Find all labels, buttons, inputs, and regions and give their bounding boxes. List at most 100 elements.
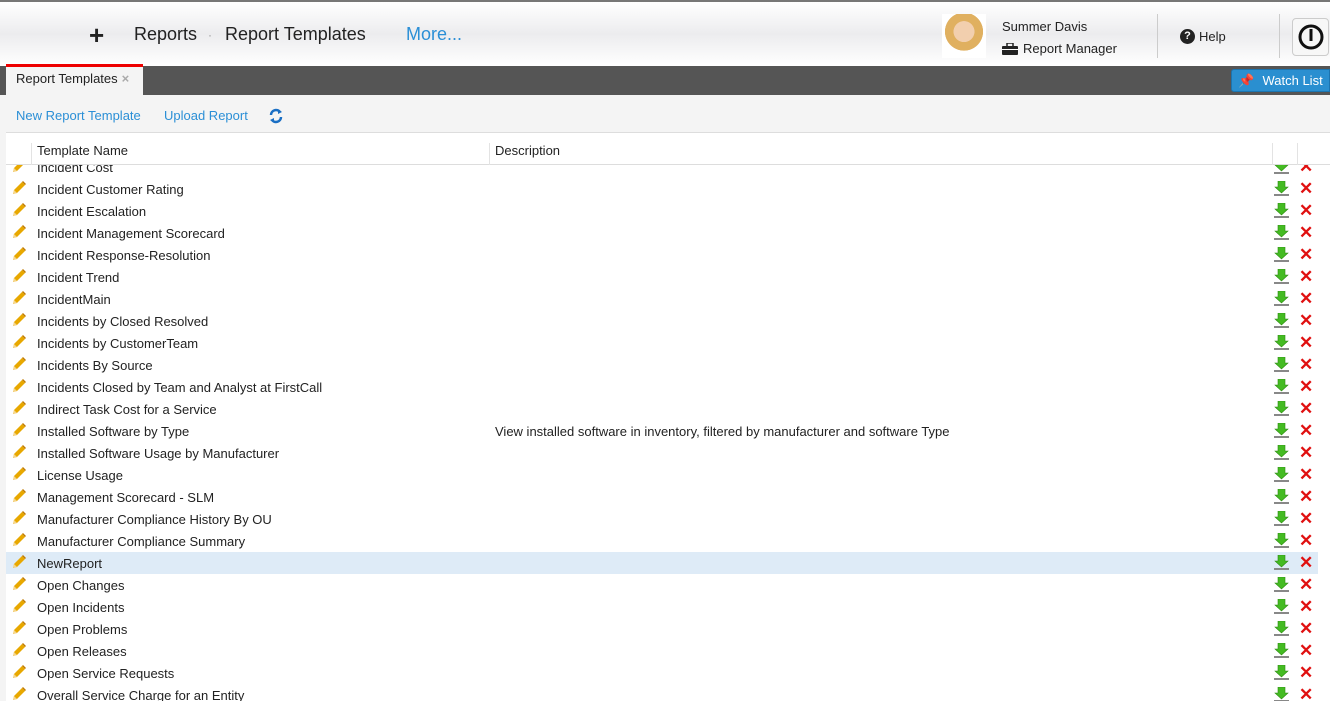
template-name[interactable]: Incident Cost xyxy=(37,165,113,175)
upload-report-link[interactable]: Upload Report xyxy=(164,108,248,123)
delete-icon[interactable]: ✕ xyxy=(1299,421,1313,441)
edit-pencil-icon[interactable] xyxy=(10,621,26,637)
template-name[interactable]: Incident Customer Rating xyxy=(37,182,184,197)
delete-icon[interactable]: ✕ xyxy=(1299,597,1313,617)
table-row[interactable]: Incident Management Scorecard ✕ xyxy=(6,222,1318,244)
table-row[interactable]: Incident Response-Resolution ✕ xyxy=(6,244,1318,266)
table-row[interactable]: Incidents by CustomerTeam ✕ xyxy=(6,332,1318,354)
tab-report-templates[interactable]: Report Templates × xyxy=(6,64,143,95)
breadcrumb-reports[interactable]: Reports xyxy=(134,24,197,45)
edit-pencil-icon[interactable] xyxy=(10,181,26,197)
edit-pencil-icon[interactable] xyxy=(10,203,26,219)
table-row[interactable]: Open Releases ✕ xyxy=(6,640,1318,662)
download-icon[interactable] xyxy=(1274,335,1289,350)
download-icon[interactable] xyxy=(1274,555,1289,570)
logout-button[interactable] xyxy=(1292,18,1329,56)
delete-icon[interactable]: ✕ xyxy=(1299,399,1313,419)
table-row[interactable]: Incident Escalation ✕ xyxy=(6,200,1318,222)
edit-pencil-icon[interactable] xyxy=(10,401,26,417)
delete-icon[interactable]: ✕ xyxy=(1299,465,1313,485)
template-name[interactable]: Management Scorecard - SLM xyxy=(37,490,214,505)
edit-pencil-icon[interactable] xyxy=(10,357,26,373)
table-row[interactable]: Open Incidents ✕ xyxy=(6,596,1318,618)
edit-pencil-icon[interactable] xyxy=(10,555,26,571)
table-row[interactable]: Incident Trend ✕ xyxy=(6,266,1318,288)
template-name[interactable]: Incident Response-Resolution xyxy=(37,248,210,263)
edit-pencil-icon[interactable] xyxy=(10,445,26,461)
template-name[interactable]: Incident Management Scorecard xyxy=(37,226,225,241)
edit-pencil-icon[interactable] xyxy=(10,489,26,505)
edit-pencil-icon[interactable] xyxy=(10,313,26,329)
table-row[interactable]: Manufacturer Compliance History By OU ✕ xyxy=(6,508,1318,530)
download-icon[interactable] xyxy=(1274,599,1289,614)
template-name[interactable]: Incidents Closed by Team and Analyst at … xyxy=(37,380,322,395)
delete-icon[interactable]: ✕ xyxy=(1299,333,1313,353)
table-row[interactable]: Installed Software Usage by Manufacturer… xyxy=(6,442,1318,464)
edit-pencil-icon[interactable] xyxy=(10,247,26,263)
download-icon[interactable] xyxy=(1274,225,1289,240)
refresh-icon[interactable] xyxy=(268,108,284,124)
breadcrumb-report-templates[interactable]: Report Templates xyxy=(225,24,366,45)
edit-pencil-icon[interactable] xyxy=(10,665,26,681)
delete-icon[interactable]: ✕ xyxy=(1299,267,1313,287)
add-icon[interactable]: + xyxy=(89,20,104,51)
download-icon[interactable] xyxy=(1274,665,1289,680)
new-report-template-link[interactable]: New Report Template xyxy=(16,108,141,123)
table-row[interactable]: Incident Customer Rating ✕ xyxy=(6,178,1318,200)
download-icon[interactable] xyxy=(1274,467,1289,482)
download-icon[interactable] xyxy=(1274,511,1289,526)
download-icon[interactable] xyxy=(1274,687,1289,701)
delete-icon[interactable]: ✕ xyxy=(1299,663,1313,683)
edit-pencil-icon[interactable] xyxy=(10,533,26,549)
download-icon[interactable] xyxy=(1274,203,1289,218)
download-icon[interactable] xyxy=(1274,489,1289,504)
table-row[interactable]: Open Changes ✕ xyxy=(6,574,1318,596)
delete-icon[interactable]: ✕ xyxy=(1299,553,1313,573)
delete-icon[interactable]: ✕ xyxy=(1299,443,1313,463)
template-name[interactable]: Overall Service Charge for an Entity xyxy=(37,688,244,701)
edit-pencil-icon[interactable] xyxy=(10,511,26,527)
edit-pencil-icon[interactable] xyxy=(10,467,26,483)
download-icon[interactable] xyxy=(1274,445,1289,460)
table-row[interactable]: Incident Cost ✕ xyxy=(6,165,1318,178)
edit-pencil-icon[interactable] xyxy=(10,379,26,395)
help-button[interactable]: ? Help xyxy=(1180,29,1226,44)
download-icon[interactable] xyxy=(1274,357,1289,372)
delete-icon[interactable]: ✕ xyxy=(1299,377,1313,397)
download-icon[interactable] xyxy=(1274,291,1289,306)
download-icon[interactable] xyxy=(1274,379,1289,394)
template-name[interactable]: Manufacturer Compliance Summary xyxy=(37,534,245,549)
delete-icon[interactable]: ✕ xyxy=(1299,509,1313,529)
table-row[interactable]: Manufacturer Compliance Summary ✕ xyxy=(6,530,1318,552)
download-icon[interactable] xyxy=(1274,165,1289,174)
table-row[interactable]: IncidentMain ✕ xyxy=(6,288,1318,310)
table-row[interactable]: Incidents Closed by Team and Analyst at … xyxy=(6,376,1318,398)
template-name[interactable]: Installed Software by Type xyxy=(37,424,189,439)
edit-pencil-icon[interactable] xyxy=(10,599,26,615)
delete-icon[interactable]: ✕ xyxy=(1299,575,1313,595)
edit-pencil-icon[interactable] xyxy=(10,423,26,439)
edit-pencil-icon[interactable] xyxy=(10,335,26,351)
delete-icon[interactable]: ✕ xyxy=(1299,201,1313,221)
delete-icon[interactable]: ✕ xyxy=(1299,179,1313,199)
download-icon[interactable] xyxy=(1274,533,1289,548)
template-name[interactable]: Open Releases xyxy=(37,644,127,659)
close-icon[interactable]: × xyxy=(122,71,130,86)
edit-pencil-icon[interactable] xyxy=(10,225,26,241)
template-name[interactable]: Open Service Requests xyxy=(37,666,174,681)
column-description[interactable]: Description xyxy=(495,143,560,158)
edit-pencil-icon[interactable] xyxy=(10,577,26,593)
download-icon[interactable] xyxy=(1274,247,1289,262)
delete-icon[interactable]: ✕ xyxy=(1299,619,1313,639)
delete-icon[interactable]: ✕ xyxy=(1299,531,1313,551)
watch-list-button[interactable]: 📌 Watch List xyxy=(1231,69,1330,92)
table-row[interactable]: License Usage ✕ xyxy=(6,464,1318,486)
template-name[interactable]: Incident Escalation xyxy=(37,204,146,219)
download-icon[interactable] xyxy=(1274,401,1289,416)
more-link[interactable]: More... xyxy=(406,24,462,45)
edit-pencil-icon[interactable] xyxy=(10,165,26,175)
template-name[interactable]: Installed Software Usage by Manufacturer xyxy=(37,446,279,461)
download-icon[interactable] xyxy=(1274,423,1289,438)
delete-icon[interactable]: ✕ xyxy=(1299,289,1313,309)
delete-icon[interactable]: ✕ xyxy=(1299,641,1313,661)
